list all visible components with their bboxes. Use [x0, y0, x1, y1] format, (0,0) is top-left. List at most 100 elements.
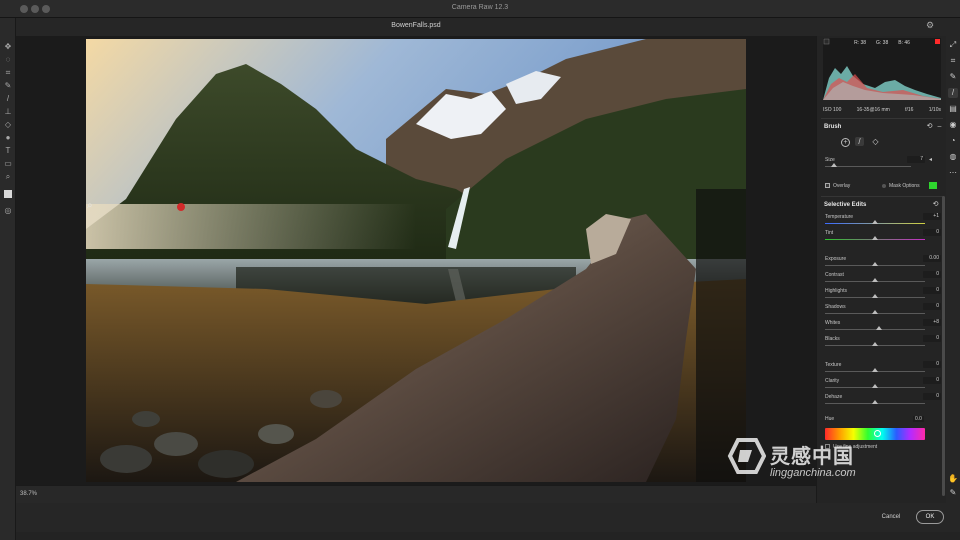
- temperature-value[interactable]: +1: [923, 213, 941, 220]
- reset-edits-icon[interactable]: ⟲: [931, 200, 940, 209]
- blacks-thumb[interactable]: [872, 342, 878, 346]
- blacks-slider[interactable]: Blacks 0: [825, 335, 941, 350]
- contrast-value[interactable]: 0: [923, 271, 941, 278]
- document-title: BowenFalls.psd: [391, 22, 441, 29]
- exposure-value[interactable]: 0.00: [923, 255, 941, 262]
- settings-gear-icon[interactable]: ⚙: [926, 20, 934, 31]
- ok-button[interactable]: OK: [916, 510, 944, 524]
- watermark-url-text: lingganchina.com: [770, 467, 856, 479]
- adjustment-brush-icon[interactable]: /: [948, 88, 958, 98]
- mask-color-swatch[interactable]: [929, 182, 937, 189]
- dehaze-thumb[interactable]: [872, 400, 878, 404]
- size-thumb[interactable]: [830, 163, 837, 167]
- shadows-label: Shadows: [825, 304, 846, 310]
- blue-value: B: 46: [898, 40, 910, 46]
- landscape-photo: [86, 39, 746, 482]
- green-value: G: 38: [876, 40, 889, 46]
- temperature-slider[interactable]: Temperature +1: [825, 213, 941, 228]
- tint-value[interactable]: 0: [923, 229, 941, 236]
- tint-slider[interactable]: Tint 0: [825, 229, 941, 244]
- rgb-readout: R: 38 G: 38 B: 46: [827, 40, 937, 46]
- window-title: Camera Raw 12.3: [451, 4, 509, 11]
- brush-icon[interactable]: /: [855, 137, 864, 146]
- contrast-thumb[interactable]: [872, 278, 878, 282]
- crop-icon[interactable]: ⌗: [948, 56, 958, 66]
- overlay-checkbox[interactable]: [825, 183, 830, 188]
- radial-filter-icon[interactable]: ◉: [948, 120, 958, 130]
- window-title-bar: Camera Raw 12.3: [0, 0, 960, 18]
- shadows-slider[interactable]: Shadows 0: [825, 303, 941, 318]
- highlights-slider[interactable]: Highlights 0: [825, 287, 941, 302]
- shape-tool-icon[interactable]: ▭: [3, 159, 13, 169]
- move-tool-icon[interactable]: ✥: [3, 42, 13, 52]
- contrast-slider[interactable]: Contrast 0: [825, 271, 941, 286]
- whites-thumb[interactable]: [876, 326, 882, 330]
- cancel-button[interactable]: Cancel: [873, 510, 909, 524]
- whites-track[interactable]: [825, 329, 925, 330]
- eraser-icon[interactable]: ◇: [871, 137, 880, 146]
- blacks-value[interactable]: 0: [923, 335, 941, 342]
- more-options-icon[interactable]: ⋯: [948, 168, 958, 178]
- clarity-thumb[interactable]: [872, 384, 878, 388]
- crop-tool-icon[interactable]: ⌗: [3, 68, 13, 78]
- dehaze-label: Dehaze: [825, 394, 843, 400]
- dehaze-value[interactable]: 0: [923, 393, 941, 400]
- temperature-thumb[interactable]: [872, 220, 878, 224]
- reset-brush-icon[interactable]: ⟲: [925, 122, 934, 131]
- expand-size-icon[interactable]: ◂: [929, 156, 932, 163]
- gradient-filter-icon[interactable]: ▤: [948, 104, 958, 114]
- stamp-tool-icon[interactable]: ⊥: [3, 107, 13, 117]
- size-value[interactable]: 7: [907, 156, 925, 163]
- photo-preview[interactable]: [86, 39, 746, 482]
- exposure-thumb[interactable]: [872, 262, 878, 266]
- lasso-tool-icon[interactable]: ◌: [3, 55, 13, 65]
- type-tool-icon[interactable]: T: [3, 146, 13, 156]
- mask-options-label[interactable]: Mask Options: [889, 183, 920, 189]
- add-brush-icon[interactable]: +: [841, 138, 850, 147]
- exposure-label: Exposure: [825, 256, 847, 262]
- eraser-tool-icon[interactable]: ◇: [3, 120, 13, 130]
- size-slider[interactable]: Size 7 ◂: [825, 156, 941, 171]
- edit-sliders-icon[interactable]: ⤢: [948, 40, 958, 50]
- hand-tool-icon[interactable]: ✋: [948, 474, 958, 484]
- divider: [821, 118, 943, 119]
- zoom-tool-icon[interactable]: ⌕: [3, 172, 13, 182]
- tint-thumb[interactable]: [872, 236, 878, 240]
- healing-icon[interactable]: ✎: [948, 72, 958, 82]
- whites-value[interactable]: +8: [923, 319, 941, 326]
- shadows-value[interactable]: 0: [923, 303, 941, 310]
- clarity-value[interactable]: 0: [923, 377, 941, 384]
- clarity-label: Clarity: [825, 378, 840, 384]
- zoom-level[interactable]: 38.7%: [20, 491, 37, 497]
- shadows-thumb[interactable]: [872, 310, 878, 314]
- eyedropper-tool-icon[interactable]: ✎: [3, 81, 13, 91]
- highlights-thumb[interactable]: [872, 294, 878, 298]
- tint-label: Tint: [825, 230, 834, 236]
- exposure-slider[interactable]: Exposure 0.00: [825, 255, 941, 270]
- red-eye-icon[interactable]: ◔: [948, 136, 958, 146]
- texture-slider[interactable]: Texture 0: [825, 361, 941, 376]
- color-sampler-icon[interactable]: ✎: [948, 488, 958, 498]
- highlights-value[interactable]: 0: [923, 287, 941, 294]
- blacks-label: Blacks: [825, 336, 840, 342]
- dodge-tool-icon[interactable]: ●: [3, 133, 13, 143]
- brush-title: Brush: [824, 124, 842, 130]
- dehaze-slider[interactable]: Dehaze 0: [825, 393, 941, 408]
- snapshots-icon[interactable]: ◍: [948, 152, 958, 162]
- panel-scrollbar[interactable]: [942, 196, 945, 496]
- histogram-graph: [823, 38, 941, 100]
- texture-label: Texture: [825, 362, 842, 368]
- texture-thumb[interactable]: [872, 368, 878, 372]
- whites-slider[interactable]: Whites +8: [825, 319, 941, 334]
- hue-label: Hue: [825, 416, 835, 422]
- mask-pin-icon: [177, 203, 185, 211]
- highlights-label: Highlights: [825, 288, 847, 294]
- texture-value[interactable]: 0: [923, 361, 941, 368]
- clarity-slider[interactable]: Clarity 0: [825, 377, 941, 392]
- size-track[interactable]: [825, 166, 911, 167]
- brush-tool-icon[interactable]: /: [3, 94, 13, 104]
- quick-mask-icon[interactable]: ◎: [3, 206, 13, 216]
- foreground-color-swatch[interactable]: [4, 190, 12, 198]
- image-canvas-area[interactable]: ⌕: [16, 36, 816, 503]
- hue-value[interactable]: 0.0: [913, 416, 924, 422]
